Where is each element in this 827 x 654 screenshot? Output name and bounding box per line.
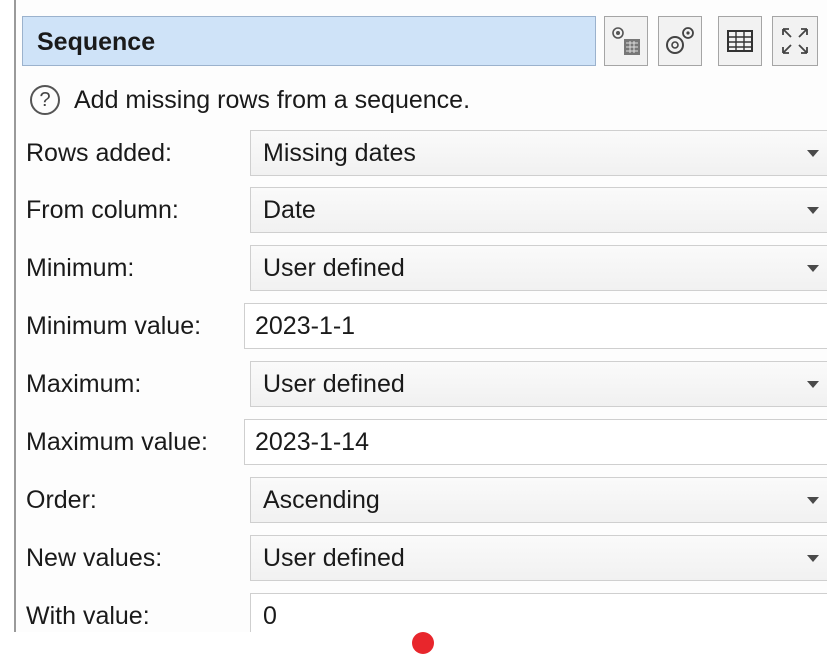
chevron-down-icon (807, 555, 819, 562)
order-row: Order: Ascending (14, 471, 827, 529)
help-text: Add missing rows from a sequence. (74, 85, 471, 114)
chevron-down-icon (807, 150, 819, 157)
maximum-label: Maximum: (26, 370, 142, 398)
minimum-value: User defined (263, 254, 405, 282)
table-view-button[interactable] (718, 16, 762, 66)
help-row: ? Add missing rows from a sequence. (30, 80, 470, 120)
rows-added-dropdown[interactable]: Missing dates (250, 130, 827, 176)
minimum-label: Minimum: (26, 254, 135, 282)
maximum-value-input[interactable]: 2023-1-14 (244, 419, 827, 465)
new-values-dropdown[interactable]: User defined (250, 535, 827, 581)
new-values-label: New values: (26, 544, 163, 572)
minimum-value-label: Minimum value: (26, 312, 202, 340)
properties-button[interactable] (658, 16, 702, 66)
minimum-value-input[interactable]: 2023-1-1 (244, 303, 827, 349)
new-values-value: User defined (263, 544, 405, 572)
with-value-text: 0 (263, 602, 277, 630)
calculator-settings-icon (612, 27, 640, 55)
from-column-label: From column: (26, 196, 179, 224)
chevron-down-icon (807, 381, 819, 388)
question-circle-icon[interactable]: ? (30, 85, 60, 115)
maximum-row: Maximum: User defined (14, 355, 827, 413)
table-icon (727, 30, 753, 52)
chevron-down-icon (807, 497, 819, 504)
from-column-row: From column: Date (14, 181, 827, 239)
rows-added-row: Rows added: Missing dates (14, 124, 827, 182)
rows-added-value: Missing dates (263, 139, 416, 167)
tool-title-field[interactable]: Sequence (22, 16, 596, 66)
chevron-down-icon (807, 265, 819, 272)
maximum-value-label: Maximum value: (26, 428, 208, 456)
expand-icon (782, 28, 808, 54)
from-column-dropdown[interactable]: Date (250, 187, 827, 233)
maximize-button[interactable] (772, 16, 818, 66)
maximum-value: User defined (263, 370, 405, 398)
maximum-value-text: 2023-1-14 (255, 428, 369, 456)
maximum-value-row: Maximum value: 2023-1-14 (14, 413, 827, 471)
cursor-marker (412, 632, 434, 654)
new-values-row: New values: User defined (14, 529, 827, 587)
maximum-dropdown[interactable]: User defined (250, 361, 827, 407)
rows-added-label: Rows added: (26, 139, 172, 167)
minimum-row: Minimum: User defined (14, 239, 827, 297)
order-value: Ascending (263, 486, 380, 514)
minimum-dropdown[interactable]: User defined (250, 245, 827, 291)
minimum-value-text: 2023-1-1 (255, 312, 356, 340)
gears-icon (666, 27, 694, 54)
chevron-down-icon (807, 207, 819, 214)
calculator-settings-button[interactable] (604, 16, 648, 66)
from-column-value: Date (263, 196, 316, 224)
order-label: Order: (26, 486, 97, 514)
order-dropdown[interactable]: Ascending (250, 477, 827, 523)
minimum-value-row: Minimum value: 2023-1-1 (14, 297, 827, 355)
